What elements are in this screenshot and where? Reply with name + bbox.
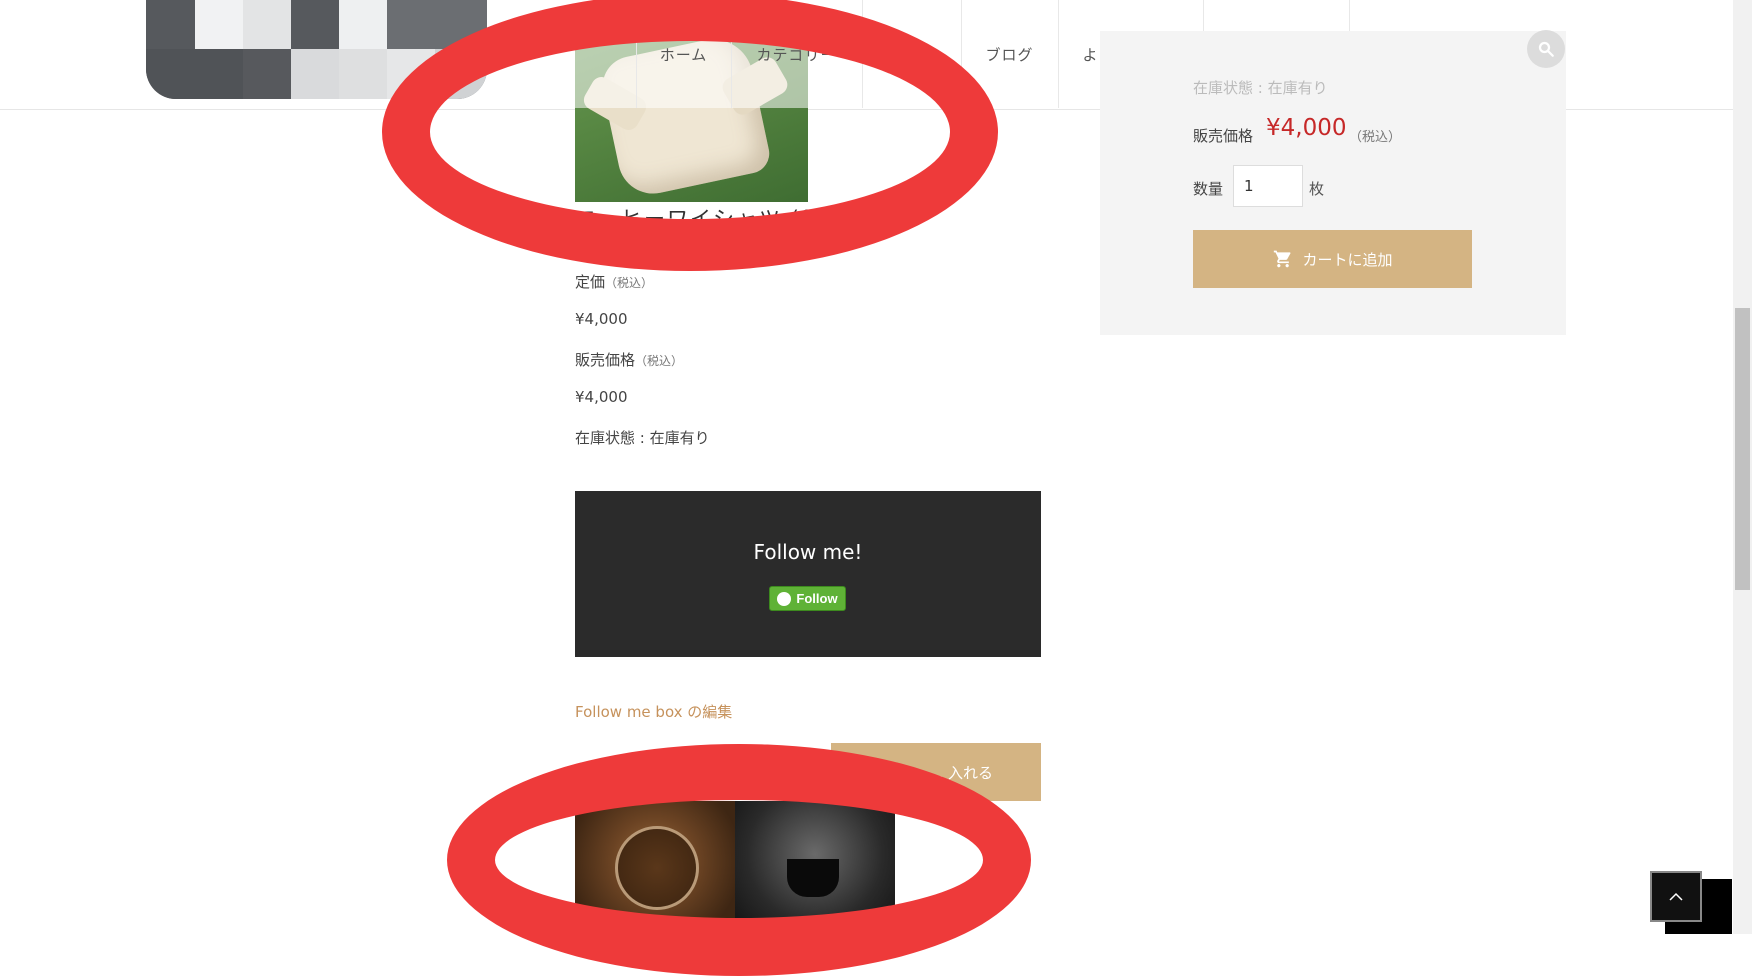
quantity-label: 数量: [1193, 180, 1224, 198]
cart-icon: [1274, 250, 1291, 268]
purchase-panel: [1100, 31, 1566, 335]
back-to-top-button[interactable]: [1650, 871, 1702, 922]
feedly-icon: [777, 591, 792, 606]
list-price: ¥4,000: [575, 310, 628, 328]
tax-note: （税込）: [635, 354, 684, 368]
edit-follow-box-link[interactable]: Follow me box の編集: [575, 701, 732, 722]
scrollbar-thumb[interactable]: [1735, 308, 1750, 590]
sale-price: ¥4,000: [575, 388, 628, 406]
side-price: ¥4,000: [1266, 115, 1347, 141]
list-price-row: 定価（税込）: [575, 271, 653, 292]
add-to-cart-label: カートに追加: [1302, 250, 1393, 269]
quantity-input[interactable]: [1233, 165, 1303, 207]
follow-title: Follow me!: [753, 540, 863, 564]
side-stock-status: 在庫状態 : 在庫有り: [1193, 79, 1328, 97]
feedly-follow-button[interactable]: Follow: [769, 586, 846, 611]
tax-note: （税込）: [605, 276, 654, 290]
annotation-ellipse: [447, 744, 1031, 976]
side-tax-note: （税込）: [1349, 130, 1402, 145]
search-icon: [1538, 41, 1554, 57]
sale-price-row: 販売価格（税込）: [575, 349, 683, 370]
sale-price-label: 販売価格: [575, 351, 636, 369]
annotation-ellipse: [382, 0, 998, 271]
follow-button-label: Follow: [796, 591, 838, 606]
stock-status: 在庫状態 : 在庫有り: [575, 429, 710, 447]
list-price-label: 定価: [575, 273, 606, 291]
side-price-label: 販売価格: [1193, 127, 1254, 145]
search-button[interactable]: [1527, 30, 1565, 68]
add-to-cart-button[interactable]: カートに追加: [1193, 230, 1472, 288]
follow-me-box: Follow me! Follow: [575, 491, 1041, 657]
quantity-unit: 枚: [1309, 180, 1325, 198]
chevron-up-icon: [1669, 892, 1683, 901]
